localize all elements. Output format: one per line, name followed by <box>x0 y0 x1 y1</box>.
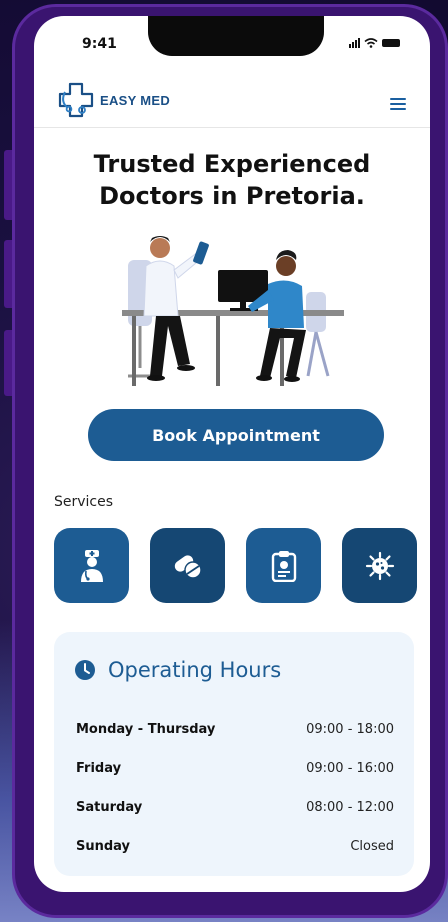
hours-day: Friday <box>76 761 122 776</box>
title-line-2: Doctors in Pretoria. <box>99 182 365 210</box>
book-appointment-button[interactable]: Book Appointment <box>88 409 384 461</box>
hours-time: 09:00 - 18:00 <box>306 722 394 737</box>
clipboard-icon <box>271 550 296 582</box>
operating-hours-header: Operating Hours <box>74 658 281 682</box>
virus-icon <box>365 551 394 580</box>
service-doctor[interactable] <box>54 528 129 603</box>
hours-day: Saturday <box>76 800 143 815</box>
status-time: 9:41 <box>82 36 117 52</box>
hours-time: 08:00 - 12:00 <box>306 800 394 815</box>
status-icons <box>349 38 400 48</box>
hours-row: Monday - Thursday 09:00 - 18:00 <box>76 722 394 742</box>
hours-day: Monday - Thursday <box>76 722 216 737</box>
operating-hours-card: Operating Hours Monday - Thursday 09:00 … <box>54 632 414 876</box>
doctor-icon <box>80 549 103 582</box>
service-records[interactable] <box>246 528 321 603</box>
power-button <box>4 330 12 396</box>
service-pharmacy[interactable] <box>150 528 225 603</box>
services-list <box>54 528 417 603</box>
hours-row: Sunday Closed <box>76 839 394 859</box>
hours-row: Saturday 08:00 - 12:00 <box>76 800 394 820</box>
clock-icon <box>75 660 95 680</box>
brand-logo[interactable]: EASY MED <box>56 80 170 120</box>
phone-screen: 9:41 EASY MED Trusted Experienced Doctor… <box>34 16 430 892</box>
pills-icon <box>174 554 202 579</box>
brand-name: EASY MED <box>100 92 171 108</box>
operating-hours-title: Operating Hours <box>108 658 282 682</box>
title-line-1: Trusted Experienced <box>93 150 371 178</box>
hours-time: 09:00 - 16:00 <box>306 761 394 776</box>
services-heading: Services <box>54 494 114 510</box>
volume-up-button <box>4 150 12 220</box>
doctor-consultation-illustration <box>122 236 344 386</box>
hours-day: Sunday <box>76 839 131 854</box>
page-title: Trusted Experienced Doctors in Pretoria. <box>34 148 430 212</box>
hours-row: Friday 09:00 - 16:00 <box>76 761 394 781</box>
medical-cross-logo-icon <box>58 82 94 118</box>
hours-time: Closed <box>350 839 394 854</box>
notch <box>148 16 324 56</box>
signal-icon <box>349 38 360 48</box>
battery-icon <box>382 39 400 47</box>
service-virus[interactable] <box>342 528 417 603</box>
app-header: EASY MED <box>34 80 430 128</box>
volume-down-button <box>4 240 12 308</box>
hamburger-menu-icon[interactable] <box>390 98 406 113</box>
wifi-icon <box>364 38 378 48</box>
